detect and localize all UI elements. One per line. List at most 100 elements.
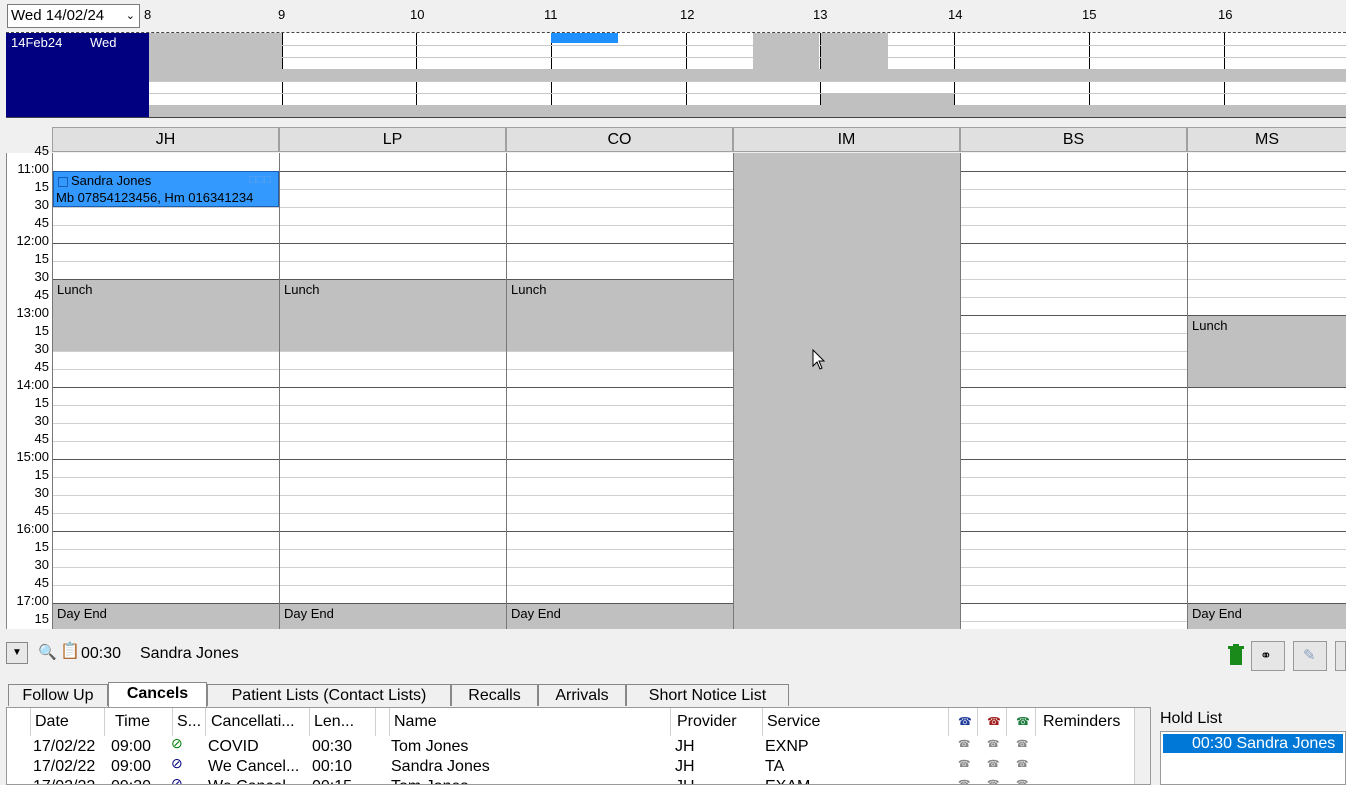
day-end-block[interactable]: Day End	[507, 603, 733, 629]
day-overview[interactable]: 14Feb24 Wed	[6, 32, 1346, 118]
provider-header-co[interactable]: CO	[506, 127, 733, 152]
tab-cancels[interactable]: Cancels	[108, 682, 207, 707]
cancels-list[interactable]: Date Time S... Cancellati... Len... Name Provi…	[6, 707, 1151, 785]
provider-header-bs[interactable]: BS	[960, 127, 1187, 152]
time-label: 45	[34, 503, 49, 518]
clipboard-icon[interactable]: 📋	[60, 641, 80, 661]
phone-status-header-icon[interactable]: ☎	[978, 708, 1007, 736]
provider-column-co[interactable]: Lunch Day End	[506, 153, 733, 629]
tab-follow-up[interactable]: Follow Up	[8, 684, 108, 706]
trash-icon[interactable]	[1228, 644, 1244, 666]
hour-label: 8	[144, 7, 152, 22]
time-axis: 45 11:00 15 30 45 12:00 15 30 45 13:00 15 30 45 14:00…	[6, 144, 53, 629]
provider-column-ms[interactable]: Lunch Day End	[1187, 153, 1346, 629]
time-label: 15	[34, 539, 49, 554]
provider-column-lp[interactable]: Lunch Day End	[279, 153, 506, 629]
tab-patient-lists-contact-lists[interactable]: Patient Lists (Contact Lists)	[207, 684, 451, 706]
pen-icon: ✎	[1303, 647, 1316, 664]
list-scrollbar[interactable]	[1134, 708, 1150, 784]
time-label: 15	[34, 611, 49, 626]
link-button[interactable]: ⚭	[1251, 641, 1285, 671]
search-icon[interactable]: 🔍	[38, 643, 57, 661]
more-button[interactable]	[1335, 641, 1346, 671]
lunch-block[interactable]: Lunch	[1188, 315, 1346, 387]
day-end-block[interactable]: Day End	[280, 603, 506, 629]
phone-status-icon[interactable]: ☎	[1016, 775, 1028, 784]
time-label: 30	[34, 413, 49, 428]
column-header-time[interactable]: Time	[111, 708, 173, 736]
time-label: 45	[34, 287, 49, 302]
time-label: 13:00	[16, 305, 49, 320]
tab-recalls[interactable]: Recalls	[451, 684, 538, 706]
time-label: 15	[34, 467, 49, 482]
time-label: 15	[34, 323, 49, 338]
column-header-name[interactable]: Name	[390, 708, 671, 736]
column-header-reminders[interactable]: Reminders	[1039, 708, 1135, 736]
cell-length: 00:10	[312, 758, 353, 775]
phone-status-icon[interactable]: ☎	[958, 735, 970, 755]
provider-column-jh[interactable]: Lunch Day End Sandra Jones □□□ Mb 0785412345…	[52, 153, 279, 629]
day-end-block[interactable]: Day End	[53, 603, 279, 629]
column-header-service[interactable]: Service	[763, 708, 949, 736]
edit-button[interactable]: ✎	[1293, 641, 1327, 671]
time-label: 15	[34, 179, 49, 194]
time-label: 12:00	[16, 233, 49, 248]
link-icon: ⚭	[1260, 647, 1272, 663]
cell-service: EXNP	[765, 738, 809, 755]
cell-provider: JH	[675, 758, 695, 775]
column-header-s[interactable]: S...	[173, 708, 206, 736]
phone-status-header-icon[interactable]: ☎	[1007, 708, 1036, 736]
phone-status-icon[interactable]: ☎	[958, 755, 970, 775]
column-header-len[interactable]: Len...	[310, 708, 376, 736]
provider-header-jh[interactable]: JH	[52, 127, 279, 152]
column-header-date[interactable]: Date	[31, 708, 105, 736]
appointment-block[interactable]: Sandra Jones □□□ Mb 07854123456, Hm 016341…	[53, 171, 279, 207]
cell-provider: JH	[675, 738, 695, 755]
cell-reason: We Cancel...	[208, 777, 299, 784]
phone-column-icon[interactable]	[376, 708, 390, 736]
phone-status-icon[interactable]: ☎	[987, 775, 999, 784]
status-icon: ⊘	[171, 755, 183, 771]
table-row[interactable]: 17/02/22 09:30 We Cancel... 00:15 Tom Jones J…	[7, 775, 1134, 784]
cell-time: 09:00	[111, 758, 152, 775]
phone-status-icon[interactable]: ☎	[987, 735, 999, 755]
column-header-provider[interactable]: Provider	[673, 708, 763, 736]
provider-header-ms[interactable]: MS	[1187, 127, 1346, 152]
phone-status-icon[interactable]: ☎	[1016, 755, 1028, 775]
hour-label: 10	[410, 7, 425, 22]
hold-list-item[interactable]: 00:30 Sandra Jones	[1163, 734, 1343, 753]
time-label: 30	[34, 341, 49, 356]
status-icon: ⊘	[171, 735, 183, 751]
provider-column-im[interactable]	[733, 153, 960, 629]
hour-label: 16	[1218, 7, 1233, 22]
time-label: 15	[34, 395, 49, 410]
provider-header-lp[interactable]: LP	[279, 127, 506, 152]
lunch-block[interactable]: Lunch	[507, 279, 733, 351]
provider-header-im[interactable]: IM	[733, 127, 960, 152]
cell-date: 17/02/22	[33, 738, 96, 755]
phone-status-icon[interactable]: ☎	[958, 775, 970, 784]
phone-status-icon[interactable]: ☎	[1016, 735, 1028, 755]
lunch-block[interactable]: Lunch	[280, 279, 506, 351]
column-header-cancellati[interactable]: Cancellati...	[207, 708, 310, 736]
tab-short-notice-list[interactable]: Short Notice List	[626, 684, 789, 706]
tab-arrivals[interactable]: Arrivals	[538, 684, 626, 706]
phone-status-icon[interactable]: ☎	[987, 755, 999, 775]
time-label: 14:00	[16, 377, 49, 392]
cell-length: 00:30	[312, 738, 353, 755]
day-end-block[interactable]: Day End	[1188, 603, 1346, 629]
mouse-cursor-icon	[812, 349, 826, 370]
date-selector[interactable]: Wed 14/02/24 ⌄	[7, 4, 140, 28]
chevron-down-icon[interactable]: ⌄	[126, 5, 135, 27]
hour-label: 13	[813, 7, 828, 22]
provider-column-bs[interactable]	[960, 153, 1187, 629]
phone-status-header-icon[interactable]: ☎	[949, 708, 978, 736]
appointment-name: Sandra Jones	[56, 172, 278, 189]
overview-date: 14Feb24	[11, 35, 63, 50]
column-chooser-icon[interactable]	[7, 708, 31, 736]
status-icon: ⊘	[171, 775, 183, 785]
collapse-dropdown-button[interactable]: ▼	[6, 642, 28, 664]
cell-provider: JH	[675, 777, 695, 784]
lunch-block[interactable]: Lunch	[53, 279, 279, 351]
selected-length: 00:30	[81, 645, 122, 662]
